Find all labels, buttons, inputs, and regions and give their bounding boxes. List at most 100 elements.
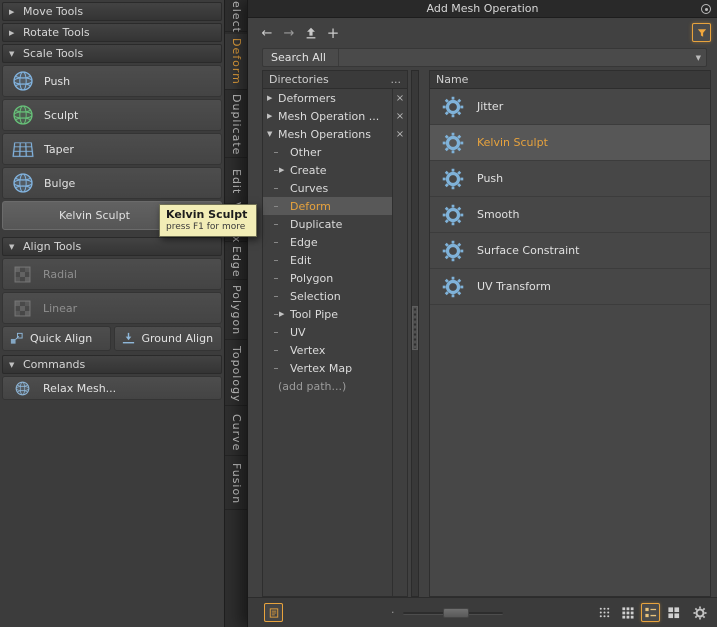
quick-align-button[interactable]: Quick Align (2, 326, 111, 351)
add-directory-button[interactable]: + (322, 24, 344, 42)
thumb-grid-small-button[interactable] (595, 603, 614, 622)
list-options-button[interactable] (690, 603, 709, 622)
directory-row[interactable]: Curves (263, 179, 407, 197)
sculpt-tool-button[interactable]: Sculpt (2, 99, 222, 131)
back-button[interactable]: ← (256, 26, 278, 41)
tool-label: Taper (44, 142, 74, 156)
thumb-grid-medium-button[interactable] (618, 603, 637, 622)
tool-category-tabs: Select Deform Duplicate Edit Vertex Edge… (224, 0, 248, 627)
collapse-arrow-icon: ▶ (9, 28, 15, 37)
taper-tool-button[interactable]: Taper (2, 133, 222, 165)
folder-up-icon (304, 26, 318, 40)
mesh-op-row[interactable]: Surface Constraint (430, 233, 710, 269)
tab-curve[interactable]: Curve (225, 410, 248, 456)
directory-row[interactable]: Other (263, 143, 407, 161)
directory-row[interactable]: ▼ Mesh Operations × (263, 125, 407, 143)
search-bar[interactable]: Search All ▼ (262, 48, 707, 67)
tab-fusion[interactable]: Fusion (225, 458, 248, 510)
directory-row[interactable]: Polygon (263, 269, 407, 287)
tab-polygon[interactable]: Polygon (225, 282, 248, 340)
mesh-op-row-selected[interactable]: Kelvin Sculpt (430, 125, 710, 161)
search-input[interactable]: Search All (263, 49, 339, 66)
section-move-tools[interactable]: ▶ Move Tools (2, 2, 222, 21)
expand-arrow-icon[interactable]: ▶ (279, 310, 290, 318)
collapse-arrow-icon: ▼ (9, 242, 15, 251)
add-path-label: (add path...) (278, 379, 347, 393)
mesh-op-label: UV Transform (477, 280, 551, 293)
expand-arrow-icon[interactable]: ▶ (267, 94, 278, 102)
bulge-tool-button[interactable]: Bulge (2, 167, 222, 199)
thumb-grid-large-button[interactable] (664, 603, 683, 622)
tab-topology[interactable]: Topology (225, 344, 248, 406)
scrollbar-thumb[interactable] (412, 306, 418, 350)
section-rotate-tools[interactable]: ▶ Rotate Tools (2, 23, 222, 42)
mesh-op-row[interactable]: Smooth (430, 197, 710, 233)
directory-row[interactable]: UV (263, 323, 407, 341)
directory-row[interactable]: ▶ Deformers × (263, 89, 407, 107)
mesh-op-row[interactable]: UV Transform (430, 269, 710, 305)
mesh-op-row[interactable]: Push (430, 161, 710, 197)
add-path-row[interactable]: (add path...) (263, 377, 407, 395)
directory-label: Mesh Operation ... (278, 109, 380, 123)
preset-info-button[interactable] (264, 603, 283, 622)
checker-grid-icon (14, 300, 31, 317)
ground-align-button[interactable]: Ground Align (113, 326, 222, 351)
up-directory-button[interactable] (300, 26, 322, 40)
thumbnail-size-slider[interactable] (403, 608, 503, 618)
directory-row[interactable]: ▶ Mesh Operation ... × (263, 107, 407, 125)
directory-row[interactable]: Edge (263, 233, 407, 251)
directory-row[interactable]: ▶ Create (263, 161, 407, 179)
remove-directory-icon[interactable]: × (393, 107, 407, 125)
directory-label: Mesh Operations (278, 127, 371, 141)
chevron-down-icon[interactable]: ▼ (696, 54, 701, 62)
tab-edit[interactable]: Edit (225, 160, 248, 204)
dialog-bottom-bar: · (248, 597, 717, 627)
tab-edge[interactable]: Edge (225, 244, 248, 280)
tab-select[interactable]: Select (225, 0, 248, 32)
expand-arrow-icon[interactable]: ▶ (267, 112, 278, 120)
directory-row[interactable]: Edit (263, 251, 407, 269)
directory-row[interactable]: Selection (263, 287, 407, 305)
directory-label: Deformers (278, 91, 336, 105)
mesh-op-row[interactable]: Jitter (430, 89, 710, 125)
pin-popover-icon[interactable] (701, 4, 711, 14)
remove-directory-icon[interactable]: × (393, 89, 407, 107)
list-view-icon (644, 606, 657, 619)
tool-label: Sculpt (44, 108, 79, 122)
tab-label: Fusion (230, 462, 243, 505)
directory-row[interactable]: Vertex Map (263, 359, 407, 377)
tab-deform[interactable]: Deform (225, 34, 248, 90)
section-align-tools[interactable]: ▼ Align Tools (2, 237, 222, 256)
section-scale-tools[interactable]: ▼ Scale Tools (2, 44, 222, 63)
directories-header-label: Directories (269, 73, 329, 86)
directory-label: Vertex Map (290, 361, 353, 375)
gear-icon (442, 240, 464, 262)
directory-row-selected[interactable]: Deform (263, 197, 407, 215)
tab-label: Topology (230, 346, 243, 403)
directory-row[interactable]: ▶ Tool Pipe (263, 305, 407, 323)
directory-label: UV (290, 325, 306, 339)
slider-handle[interactable] (443, 608, 469, 618)
tab-duplicate[interactable]: Duplicate (225, 92, 248, 158)
tab-label: Select (230, 0, 243, 33)
push-tool-button[interactable]: Push (2, 65, 222, 97)
tool-label: Relax Mesh... (43, 381, 117, 395)
expand-arrow-icon[interactable]: ▶ (279, 166, 290, 174)
more-options-icon[interactable]: ... (391, 73, 402, 86)
section-commands[interactable]: ▼ Commands (2, 355, 222, 374)
name-column-header[interactable]: Name (430, 71, 710, 89)
tool-panel: ▶ Move Tools ▶ Rotate Tools ▼ Scale Tool… (0, 0, 224, 627)
relax-mesh-button[interactable]: Relax Mesh... (2, 376, 222, 400)
directory-row[interactable]: Duplicate (263, 215, 407, 233)
filter-button[interactable] (692, 23, 711, 42)
directories-scrollbar[interactable] (411, 70, 419, 597)
expand-arrow-icon[interactable]: ▼ (267, 130, 278, 138)
mesh-op-label: Kelvin Sculpt (477, 136, 548, 149)
linear-align-button[interactable]: Linear (2, 292, 222, 324)
directory-row[interactable]: Vertex (263, 341, 407, 359)
forward-button[interactable]: → (278, 26, 300, 41)
list-detail-view-button[interactable] (641, 603, 660, 622)
radial-align-button[interactable]: Radial (2, 258, 222, 290)
remove-directory-icon[interactable]: × (393, 125, 407, 143)
tool-label: Linear (43, 301, 78, 315)
